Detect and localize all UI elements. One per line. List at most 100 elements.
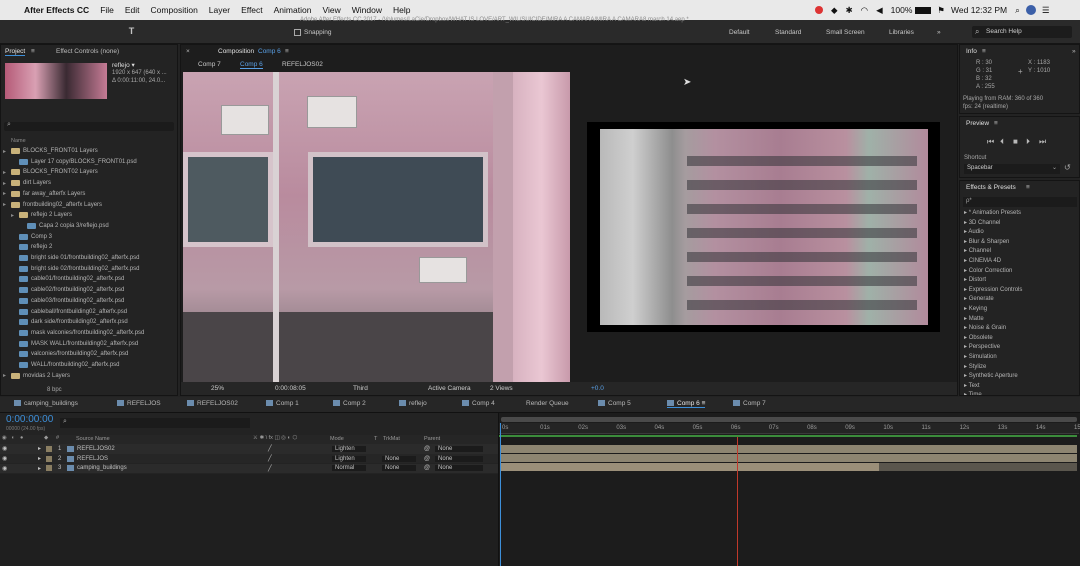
project-item[interactable]: Comp 3 (3, 232, 52, 242)
collapse-switch-icon[interactable]: ╱ (268, 455, 272, 462)
menu-composition[interactable]: Composition (151, 5, 198, 15)
menu-effect[interactable]: Effect (241, 5, 263, 15)
project-menu-icon[interactable]: ≡ (31, 48, 35, 55)
disclosure-triangle-icon[interactable]: ▸ (3, 372, 11, 379)
menu-window[interactable]: Window (352, 5, 382, 15)
trkmat-header[interactable]: TrkMat (383, 436, 400, 442)
workspace-standard[interactable]: Standard (775, 29, 801, 36)
next-frame-icon[interactable]: ⏵ (1026, 137, 1030, 147)
timeline-tab[interactable]: camping_buildings (14, 400, 78, 407)
views-dropdown[interactable]: 2 Views (490, 385, 513, 392)
expand-layer-icon[interactable]: ▸ (38, 445, 41, 452)
timeline-tab[interactable]: Comp 6 ≡ (667, 400, 706, 408)
timeline-layer-row[interactable]: ◉ ▸ 3 camping_buildings ╱ Normal None @ None (0, 463, 498, 474)
camera-tool-icon[interactable] (68, 26, 79, 37)
menu-edit[interactable]: Edit (125, 5, 140, 15)
spotlight-icon[interactable]: ⌕ (1015, 5, 1020, 16)
timeline-layer-row[interactable]: ◉ ▸ 1 REFELJOS02 ╱ Lighten @ None (0, 444, 498, 454)
timeline-tab[interactable]: REFELJOS (117, 400, 161, 407)
timeline-tab[interactable]: Comp 2 (333, 400, 366, 407)
tab-composition[interactable]: Composition (218, 48, 254, 55)
effect-category[interactable]: ▸ Color Correction (964, 267, 1012, 274)
zoom-tool-icon[interactable] (36, 26, 47, 37)
project-item[interactable]: Layer 17 copy/BLOCKS_FRONT01.psd (3, 157, 137, 167)
effect-category[interactable]: ▸ Distort (964, 276, 986, 283)
clone-stamp-tool-icon[interactable] (156, 26, 167, 37)
layer-bar-3[interactable] (501, 463, 879, 471)
effect-category[interactable]: ▸ Blur & Sharpen (964, 238, 1009, 245)
project-item[interactable]: cable03/frontbuilding02_afterfx.psd (3, 296, 124, 306)
effect-category[interactable]: ▸ CINEMA 4D (964, 257, 1001, 264)
bpc-label[interactable]: 8 bpc (47, 387, 62, 393)
comp-menu-icon[interactable]: ≡ (285, 48, 289, 55)
project-item[interactable]: ▸ movidas 2 Layers (3, 371, 70, 381)
trkmat-dropdown[interactable]: None (382, 465, 416, 472)
mode-dropdown[interactable]: Lighten (332, 445, 366, 452)
menu-view[interactable]: View (322, 5, 340, 15)
wifi-icon[interactable]: ◠ (861, 5, 868, 16)
expand-layer-icon[interactable]: ▸ (38, 465, 41, 472)
effects-menu-icon[interactable]: ≡ (1026, 184, 1030, 191)
reset-icon[interactable]: ↺ (1064, 163, 1071, 172)
time-ruler[interactable]: 0s 01s 02s 03s 04s 05s 06s 07s 08s 09s 10s 11s 12s 13… (499, 423, 1080, 434)
disclosure-triangle-icon[interactable]: ▸ (3, 190, 11, 197)
project-item[interactable]: cable02/frontbuilding02_afterfx.psd (3, 285, 124, 295)
effects-search-input[interactable]: ρ* (963, 197, 1077, 207)
effect-category[interactable]: ▸ Time (964, 391, 982, 395)
tab-composition-comp[interactable]: Comp 6 (258, 48, 281, 55)
expand-layer-icon[interactable]: ▸ (38, 455, 41, 462)
resolution-dropdown[interactable]: Third (353, 385, 368, 392)
effect-category[interactable]: ▸ * Animation Presets (964, 209, 1021, 216)
puppet-tool-icon[interactable] (207, 26, 218, 37)
source-name-header[interactable]: Source Name (76, 436, 110, 442)
timeline-tab[interactable]: Comp 1 (266, 400, 299, 407)
parent-pickwhip-icon[interactable]: @ (424, 465, 430, 471)
workspace-small-screen[interactable]: Small Screen (826, 29, 865, 36)
project-item[interactable]: Capa 2 copia 3/reflejo.psd (3, 221, 109, 231)
disclosure-triangle-icon[interactable]: ▸ (3, 148, 11, 155)
project-item[interactable]: dark side/frontbuilding02_afterfx.psd (3, 317, 128, 327)
tab-effect-controls[interactable]: Effect Controls (none) (56, 48, 119, 55)
parent-dropdown[interactable]: None (435, 445, 483, 452)
preview-title[interactable]: Preview (966, 120, 989, 127)
effect-category[interactable]: ▸ Text (964, 382, 980, 389)
timeline-tab[interactable]: Comp 7 (733, 400, 766, 407)
parent-header[interactable]: Parent (424, 436, 440, 442)
thumbnail-name[interactable]: reflejo ▾ (112, 61, 135, 69)
current-timecode[interactable]: 0:00:08:05 (275, 385, 306, 392)
effect-category[interactable]: ▸ Stylize (964, 363, 986, 370)
eraser-tool-icon[interactable] (170, 26, 181, 37)
disclosure-triangle-icon[interactable]: ▸ (3, 201, 11, 208)
visibility-eye-icon[interactable]: ◉ (2, 465, 7, 472)
timeline-layer-row[interactable]: ◉ ▸ 2 REFELJOS ╱ Lighten None @ None (0, 453, 498, 464)
current-time-display[interactable]: 0:00:00:00 (6, 414, 53, 425)
timeline-tab[interactable]: Render Queue (526, 400, 569, 407)
brush-tool-icon[interactable] (142, 26, 153, 37)
search-help-field[interactable]: ⌕ Search Help (972, 26, 1072, 38)
effects-title[interactable]: Effects & Presets (966, 184, 1016, 191)
project-item[interactable]: mask valconies/frontbuilding02_afterfx.p… (3, 328, 144, 338)
tab-menu-icon[interactable]: ≡ (700, 400, 706, 407)
timeline-tab[interactable]: REFELJOS02 (187, 400, 238, 407)
menu-file[interactable]: File (100, 5, 114, 15)
project-item[interactable]: ▸ far away_afterfx Layers (3, 189, 85, 199)
label-color-swatch[interactable] (46, 445, 52, 452)
menu-clock[interactable]: Wed 12:32 PM (951, 5, 1007, 15)
layer-name[interactable]: REFELJOS (77, 456, 108, 462)
workspace-default[interactable]: Default (729, 29, 750, 36)
disclosure-triangle-icon[interactable]: ▸ (11, 212, 19, 219)
visibility-eye-icon[interactable]: ◉ (2, 445, 7, 452)
exposure-value[interactable]: +0.0 (591, 385, 604, 392)
project-column-name[interactable]: Name (11, 138, 26, 144)
project-item[interactable]: cable01/frontbuilding02_afterfx.psd (3, 274, 124, 284)
breadcrumb-comp7[interactable]: Comp 7 (198, 61, 221, 68)
work-area-bar[interactable] (501, 417, 1077, 422)
label-color-swatch[interactable] (46, 455, 52, 462)
info-title[interactable]: Info (966, 48, 977, 55)
bluetooth-icon[interactable]: ✱ (846, 5, 853, 16)
project-item[interactable]: ▸ reflejo 2 Layers (3, 210, 72, 220)
right-view-frame[interactable] (587, 122, 940, 332)
effect-category[interactable]: ▸ Generate (964, 295, 994, 302)
first-frame-icon[interactable]: ⏮ (987, 137, 994, 147)
hand-tool-icon[interactable] (22, 26, 33, 37)
